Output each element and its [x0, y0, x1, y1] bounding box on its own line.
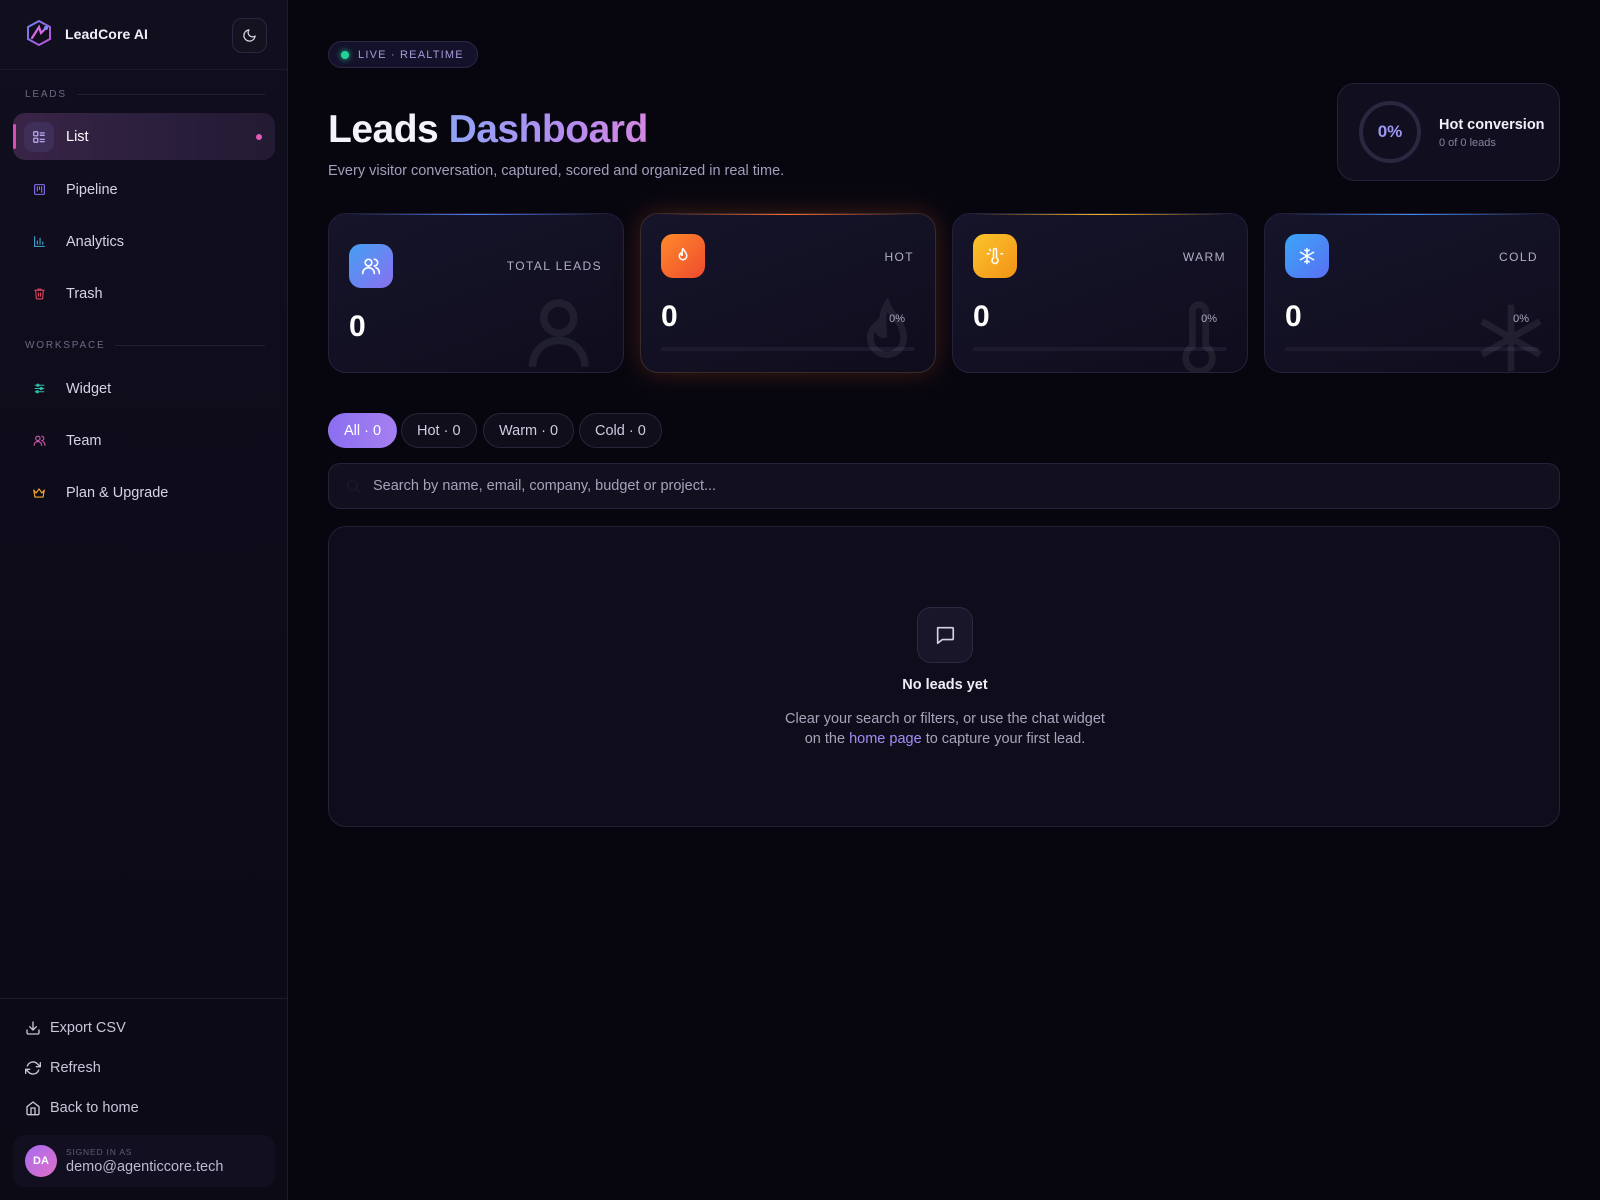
- stat-value: 0: [661, 300, 678, 333]
- sidebar-item-label: List: [66, 128, 89, 145]
- snowflake-watermark-icon: [1480, 304, 1542, 372]
- refresh-icon: [25, 1061, 41, 1075]
- stat-label: TOTAL LEADS: [506, 259, 602, 273]
- sidebar: LeadCore AI LEADS List Pipeline Analytic…: [0, 0, 288, 1200]
- signed-in-label: SIGNED IN AS: [66, 1147, 133, 1157]
- section-label-leads: LEADS: [25, 89, 265, 100]
- thermometer-sun-icon: [973, 234, 1017, 278]
- download-icon: [26, 1021, 40, 1035]
- snowflake-icon: [1285, 234, 1329, 278]
- page-title-part2: Dashboard: [448, 108, 649, 151]
- stat-value: 0: [1285, 300, 1302, 333]
- sidebar-item-trash[interactable]: Trash: [13, 270, 275, 317]
- avatar: DA: [25, 1145, 57, 1177]
- flame-watermark-icon: [866, 298, 908, 358]
- empty-state-line2-pre: on the: [804, 731, 846, 747]
- sidebar-item-label: Trash: [66, 285, 103, 302]
- brand-header: LeadCore AI: [0, 0, 287, 70]
- theme-toggle-button[interactable]: [232, 18, 267, 53]
- export-csv-label: Export CSV: [50, 1020, 126, 1036]
- search-input[interactable]: [373, 464, 1543, 508]
- section-label-workspace: WORKSPACE: [25, 340, 265, 351]
- live-status-badge: LIVE · REALTIME: [328, 41, 478, 68]
- user-account[interactable]: DA SIGNED IN AS demo@agenticcore.tech: [13, 1135, 275, 1187]
- sidebar-item-widget[interactable]: Widget: [13, 365, 275, 412]
- sidebar-item-label: Widget: [66, 380, 112, 397]
- empty-state-title: No leads yet: [902, 677, 988, 693]
- user-email: demo@agenticcore.tech: [66, 1159, 224, 1175]
- stat-value: 0: [349, 310, 366, 343]
- hot-conversion-card: 0% Hot conversion 0 of 0 leads: [1337, 83, 1560, 181]
- sidebar-item-label: Pipeline: [66, 181, 118, 198]
- brand-name: LeadCore AI: [65, 26, 149, 42]
- search-bar: [328, 463, 1560, 509]
- sidebar-item-analytics[interactable]: Analytics: [13, 218, 275, 265]
- crown-icon: [24, 478, 54, 508]
- trash-icon: [24, 279, 54, 309]
- live-label: LIVE · REALTIME: [358, 48, 464, 61]
- empty-state-panel: No leads yet Clear your search or filter…: [328, 526, 1560, 827]
- kanban-icon: [24, 175, 54, 205]
- flame-icon: [661, 234, 705, 278]
- page-title-part1: Leads: [328, 108, 439, 151]
- logo-icon: [27, 20, 51, 46]
- conversion-subtitle: 0 of 0 leads: [1439, 137, 1496, 149]
- conversion-title: Hot conversion: [1439, 117, 1545, 133]
- refresh-button[interactable]: Refresh: [25, 1060, 101, 1076]
- home-icon: [26, 1101, 40, 1116]
- empty-state-line2-post: to capture your first lead.: [925, 731, 1086, 747]
- filter-chip-warm[interactable]: Warm · 0: [483, 413, 575, 448]
- thermometer-watermark-icon: [1182, 301, 1216, 372]
- chat-bubble-icon: [917, 607, 973, 663]
- stat-card-total-leads: TOTAL LEADS 0: [328, 213, 624, 373]
- sidebar-item-list[interactable]: List: [13, 113, 275, 160]
- filter-chip-all[interactable]: All · 0: [328, 413, 398, 448]
- sidebar-item-label: Team: [66, 432, 102, 449]
- sidebar-footer-divider: [0, 998, 287, 999]
- stat-label: HOT: [884, 250, 914, 264]
- stat-card-warm: WARM 0 0%: [952, 213, 1248, 373]
- stat-card-hot: HOT 0 0%: [640, 213, 936, 373]
- list-icon: [24, 121, 54, 152]
- stat-card-cold: COLD 0 0%: [1264, 213, 1560, 373]
- bar-chart-icon: [24, 227, 54, 257]
- export-csv-button[interactable]: Export CSV: [25, 1020, 126, 1036]
- conversion-value: 0%: [1377, 122, 1403, 141]
- users-icon: [349, 244, 393, 288]
- stat-label: COLD: [1499, 250, 1538, 264]
- empty-state-line1: Clear your search or filters, or use the…: [785, 711, 1105, 727]
- filter-chip-hot[interactable]: Hot · 0: [401, 413, 477, 448]
- sidebar-item-label: Plan & Upgrade: [66, 484, 169, 501]
- page-title: Leads Dashboard: [328, 108, 648, 152]
- page-subtitle: Every visitor conversation, captured, sc…: [328, 163, 785, 179]
- sidebar-item-plan-upgrade[interactable]: Plan & Upgrade: [13, 469, 275, 516]
- refresh-label: Refresh: [50, 1060, 101, 1076]
- stat-label: WARM: [1182, 250, 1226, 264]
- sidebar-item-team[interactable]: Team: [13, 417, 275, 464]
- empty-state-text: Clear your search or filters, or use the…: [329, 709, 1561, 749]
- users-watermark-icon: [528, 299, 589, 368]
- live-dot: [341, 50, 349, 59]
- active-dot: [256, 134, 262, 140]
- users-icon: [24, 426, 54, 456]
- sidebar-item-label: Analytics: [66, 233, 125, 250]
- stat-value: 0: [973, 300, 990, 333]
- sliders-icon: [24, 374, 54, 404]
- filter-chip-cold[interactable]: Cold · 0: [579, 413, 662, 448]
- moon-icon: [243, 29, 256, 42]
- back-to-home-button[interactable]: Back to home: [25, 1100, 139, 1116]
- search-icon: [347, 480, 360, 493]
- home-page-link[interactable]: home page: [849, 731, 922, 747]
- back-to-home-label: Back to home: [50, 1100, 139, 1116]
- sidebar-item-pipeline[interactable]: Pipeline: [13, 166, 275, 213]
